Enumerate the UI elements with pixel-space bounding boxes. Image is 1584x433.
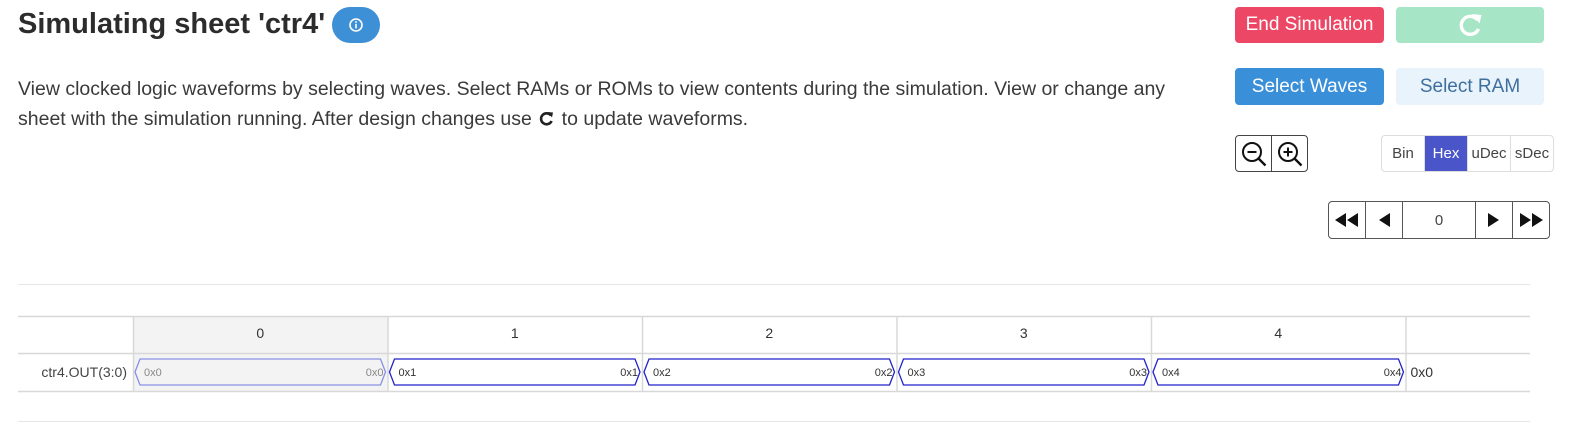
prev-clock-button[interactable] [1366,202,1403,238]
fast-backward-icon [1335,213,1358,227]
wave-value-end: 0x2 [875,367,893,379]
wave-value-start: 0x3 [908,367,926,379]
select-ram-button[interactable]: Select RAM [1396,68,1544,105]
info-button[interactable] [332,7,380,43]
wave-segment [388,358,641,386]
wave-value-start: 0x1 [399,367,417,379]
instructions-text: View clocked logic waveforms by selectin… [18,74,1198,136]
waveform-table: 0 1 2 3 4 ctr4.OUT(3:0) 0x0 0x0 0x1 0x1 0x2 0x2 0x3 0… [18,315,1530,393]
radix-selector: Bin Hex uDec sDec [1381,135,1554,172]
radix-hex-button[interactable]: Hex [1425,136,1468,171]
wave-value-start: 0x2 [653,367,671,379]
signal-name: ctr4.OUT(3:0) [41,364,127,380]
divider [18,284,1530,285]
refresh-icon [1459,14,1482,37]
clock-tick-label: 3 [1020,325,1028,341]
wave-segment [897,358,1150,386]
next-clock-button[interactable] [1476,202,1513,238]
zoom-in-button[interactable] [1271,135,1308,172]
wave-segment [643,358,896,386]
end-simulation-button[interactable]: End Simulation [1235,7,1384,43]
clock-tick-label: 2 [765,325,773,341]
instructions-part-2: to update waveforms. [561,108,749,130]
last-clock-button[interactable] [1513,202,1549,238]
refresh-icon [539,106,554,136]
wave-value-start: 0x4 [1162,367,1180,379]
radix-sdec-button[interactable]: sDec [1511,136,1553,171]
signal-current-value: 0x0 [1411,364,1434,380]
radix-bin-button[interactable]: Bin [1382,136,1425,171]
fast-forward-icon [1520,213,1543,227]
zoom-out-button[interactable] [1235,135,1272,172]
first-clock-button[interactable] [1329,202,1366,238]
wave-value-start: 0x0 [144,367,162,379]
wave-value-end: 0x4 [1384,367,1402,379]
wave-value-end: 0x0 [366,367,384,379]
step-backward-icon [1379,213,1390,227]
select-waves-button[interactable]: Select Waves [1235,68,1384,105]
wave-segment [1152,358,1405,386]
info-circle-icon [349,18,363,32]
clock-number-input[interactable] [1403,202,1476,238]
clock-navigation [1328,201,1550,239]
wave-value-end: 0x1 [620,367,638,379]
wave-value-end: 0x3 [1129,367,1147,379]
step-forward-icon [1488,213,1499,227]
radix-udec-button[interactable]: uDec [1468,136,1511,171]
clock-tick-label: 1 [511,325,519,341]
page-title: Simulating sheet 'ctr4' [18,8,326,40]
clock-tick-label: 4 [1274,325,1282,341]
zoom-out-icon [1241,141,1266,166]
zoom-in-icon [1277,141,1302,166]
clock-tick-label: 0 [256,325,264,341]
divider [18,421,1530,422]
refresh-waveforms-button[interactable] [1396,7,1544,43]
